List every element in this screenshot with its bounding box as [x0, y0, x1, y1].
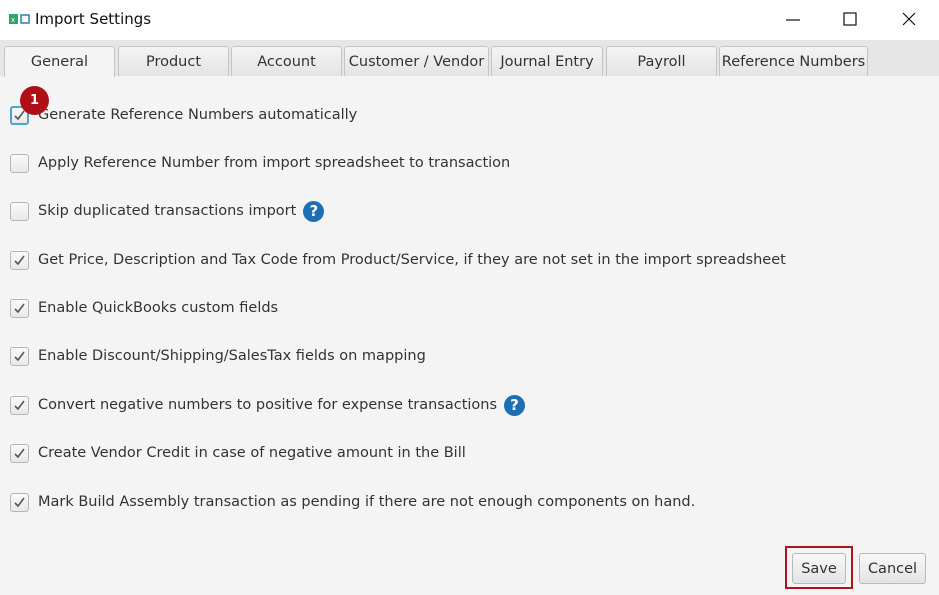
option-label: Enable Discount/Shipping/SalesTax fields…: [38, 348, 426, 364]
checkmark-icon: [14, 448, 25, 458]
checkbox[interactable]: [10, 250, 29, 270]
save-button[interactable]: Save: [792, 553, 846, 584]
minimize-button[interactable]: [770, 4, 816, 34]
checkbox[interactable]: [10, 492, 29, 512]
maximize-icon: [843, 12, 857, 26]
tab-reference-numbers[interactable]: Reference Numbers: [719, 46, 868, 76]
checkmark-icon: [14, 351, 25, 361]
tab-label: Customer / Vendor: [348, 53, 485, 70]
option-label: Convert negative numbers to positive for…: [38, 397, 498, 413]
tab-payroll[interactable]: Payroll: [606, 46, 717, 76]
tab-label: General: [30, 54, 89, 70]
tab-label: Payroll: [637, 53, 686, 70]
checkmark-icon: [14, 255, 25, 265]
option-row[interactable]: Create Vendor Credit in case of negative…: [10, 441, 466, 465]
tab-label: Account: [257, 53, 316, 70]
tab-customer-vendor[interactable]: Customer / Vendor: [344, 46, 489, 76]
window-title: Import Settings: [35, 10, 152, 28]
close-icon: [902, 12, 916, 26]
checkmark-icon: [14, 400, 25, 410]
option-row[interactable]: Enable QuickBooks custom fields: [10, 296, 278, 320]
step-badge: 1: [20, 86, 49, 115]
option-label: Get Price, Description and Tax Code from…: [38, 252, 786, 268]
help-icon[interactable]: ?: [504, 394, 526, 416]
option-row[interactable]: Convert negative numbers to positive for…: [10, 393, 526, 417]
svg-text:x: x: [11, 16, 15, 24]
checkbox[interactable]: [10, 443, 29, 463]
title-bar: x Import Settings: [0, 0, 939, 40]
tab-journal-entry[interactable]: Journal Entry: [491, 46, 603, 76]
option-row[interactable]: Enable Discount/Shipping/SalesTax fields…: [10, 344, 426, 368]
option-label: Apply Reference Number from import sprea…: [38, 155, 511, 171]
checkbox[interactable]: [10, 395, 29, 415]
option-row[interactable]: Apply Reference Number from import sprea…: [10, 151, 510, 175]
tab-label: Reference Numbers: [721, 53, 866, 70]
checkbox[interactable]: [10, 201, 29, 221]
tab-general[interactable]: General: [4, 46, 115, 77]
option-label: Enable QuickBooks custom fields: [38, 300, 279, 316]
tab-product[interactable]: Product: [118, 46, 229, 76]
option-label: Create Vendor Credit in case of negative…: [38, 445, 466, 461]
option-row[interactable]: Get Price, Description and Tax Code from…: [10, 248, 786, 272]
close-button[interactable]: [886, 4, 932, 34]
app-logo-icon: x: [9, 14, 30, 24]
option-row[interactable]: Skip duplicated transactions import?: [10, 199, 325, 223]
cancel-button[interactable]: Cancel: [859, 553, 926, 584]
checkmark-icon: [14, 497, 25, 507]
checkbox[interactable]: [10, 298, 29, 318]
tab-account[interactable]: Account: [231, 46, 342, 76]
option-row[interactable]: Generate Reference Numbers automatically: [10, 103, 357, 127]
checkbox[interactable]: [10, 153, 29, 173]
checkbox[interactable]: [10, 346, 29, 366]
minimize-icon: [786, 19, 800, 21]
checkmark-icon: [14, 303, 25, 313]
maximize-button[interactable]: [827, 4, 873, 34]
tab-label: Product: [145, 53, 202, 70]
option-label: Mark Build Assembly transaction as pendi…: [38, 494, 696, 510]
tab-label: Journal Entry: [500, 53, 594, 70]
option-label: Skip duplicated transactions import: [38, 203, 297, 219]
tab-strip: General Product Account Customer / Vendo…: [0, 40, 939, 77]
help-icon[interactable]: ?: [303, 200, 325, 222]
option-row[interactable]: Mark Build Assembly transaction as pendi…: [10, 490, 695, 514]
option-label: Generate Reference Numbers automatically: [38, 107, 358, 123]
